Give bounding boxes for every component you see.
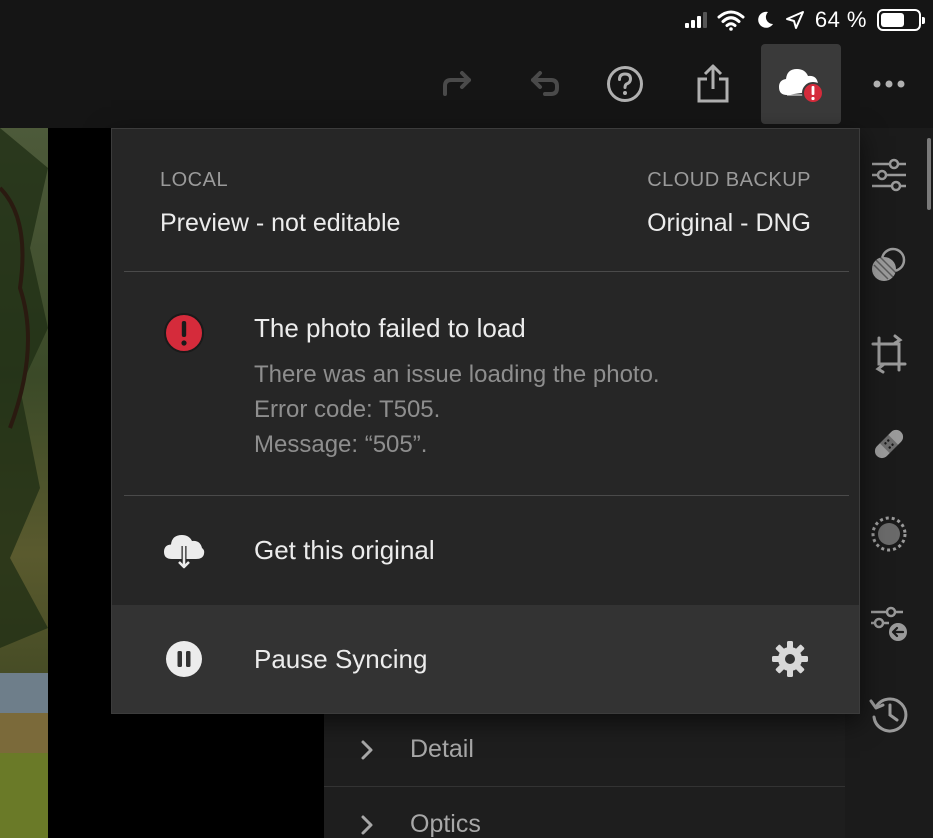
gear-icon (772, 641, 808, 677)
edit-section-label: Optics (410, 810, 481, 838)
wifi-icon (717, 10, 745, 31)
error-message-line: There was an issue loading the photo. (254, 361, 660, 388)
redo-icon (443, 71, 471, 96)
help-icon (607, 66, 643, 102)
status-icons: 64 % (684, 6, 925, 34)
edit-section-optics[interactable]: Optics (324, 788, 845, 838)
tool-masking[interactable] (867, 512, 911, 556)
help-button[interactable] (585, 44, 665, 124)
tool-versions[interactable] (867, 602, 911, 646)
divider (124, 271, 849, 272)
storage-info: LOCAL Preview - not editable CLOUD BACKU… (112, 129, 859, 271)
app-root: 64 % Detail Optics LOCAL Preview - not e… (0, 0, 933, 838)
location-arrow-icon (785, 11, 804, 29)
healing-icon (874, 429, 904, 459)
undo-icon (531, 71, 559, 96)
masking-icon (871, 516, 907, 552)
pause-syncing-button[interactable]: Pause Syncing (112, 605, 859, 713)
share-button[interactable] (673, 44, 753, 124)
canvas-background-lower (112, 713, 324, 838)
error-message: Message: “505”. (254, 431, 428, 458)
get-original-label: Get this original (254, 535, 435, 565)
cloud-sync-status-button[interactable] (761, 44, 841, 124)
sync-settings-button[interactable] (768, 637, 812, 681)
versions-icon (871, 606, 907, 641)
edit-panel: Detail Optics (324, 713, 845, 838)
scroll-indicator[interactable] (927, 138, 931, 210)
chevron-right-icon (324, 814, 410, 836)
cloud-backup-value: Original - DNG (647, 209, 811, 237)
share-icon (697, 64, 729, 103)
get-original-button[interactable]: Get this original (112, 496, 859, 605)
crop-icon (871, 334, 907, 374)
cloud-status-popover: LOCAL Preview - not editable CLOUD BACKU… (111, 128, 860, 714)
top-toolbar (0, 40, 933, 128)
status-bar: 64 % (0, 0, 933, 40)
cloud-backup-label: CLOUD BACKUP (647, 169, 811, 191)
undo-button[interactable] (505, 44, 585, 124)
history-icon (869, 697, 908, 733)
error-icon (162, 311, 206, 355)
more-options-button[interactable] (849, 44, 929, 124)
tool-history[interactable] (867, 692, 911, 736)
cellular-signal-icon (684, 12, 707, 28)
cloud-download-icon (162, 529, 206, 573)
battery-percent: 64 % (814, 7, 867, 32)
cloud-error-icon (779, 69, 824, 104)
battery-icon (877, 9, 925, 31)
battery-fill (881, 13, 905, 27)
edit-section-detail[interactable]: Detail (324, 713, 845, 787)
tool-healing[interactable] (867, 422, 911, 466)
error-title: The photo failed to load (254, 313, 526, 343)
chevron-right-icon (324, 739, 410, 761)
more-icon (873, 80, 905, 88)
photo-preview[interactable] (0, 128, 48, 838)
canvas-background (48, 128, 112, 838)
do-not-disturb-moon-icon (758, 11, 773, 28)
photo-image (0, 128, 48, 838)
pause-icon (162, 637, 206, 681)
local-label: LOCAL (160, 169, 229, 191)
local-value: Preview - not editable (160, 209, 401, 237)
redo-button[interactable] (417, 44, 497, 124)
presets-icon (872, 247, 906, 281)
error-code: Error code: T505. (254, 396, 441, 423)
tool-edit[interactable] (867, 153, 911, 197)
tool-presets[interactable] (867, 243, 911, 287)
tool-crop[interactable] (867, 332, 911, 376)
adjust-sliders-icon (872, 158, 906, 192)
pause-syncing-label: Pause Syncing (254, 643, 428, 674)
edit-section-label: Detail (410, 735, 474, 763)
